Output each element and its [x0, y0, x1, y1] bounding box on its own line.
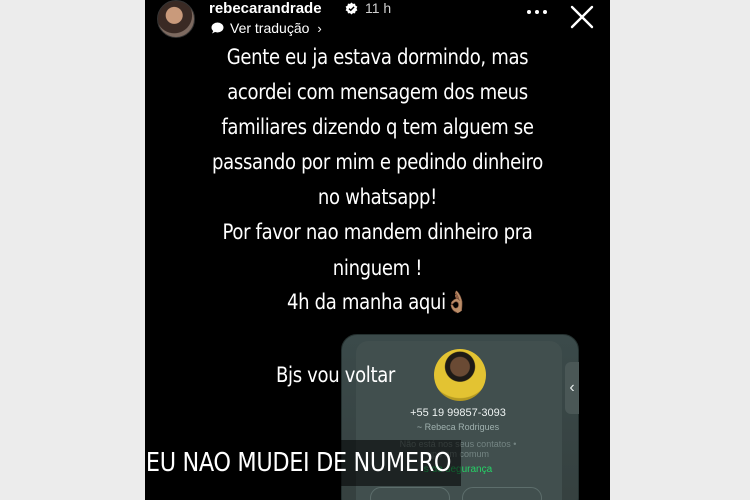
- verified-badge-icon: [345, 2, 358, 15]
- collapse-arrow-icon: ‹: [565, 362, 579, 414]
- story-line: 4h da manha aqui👌🏽: [287, 290, 468, 314]
- right-backdrop: [610, 0, 750, 500]
- close-icon[interactable]: [569, 4, 595, 30]
- avatar[interactable]: [157, 0, 195, 38]
- story-caption: EU NAO MUDEI DE NUMERO: [145, 448, 452, 478]
- chevron-right-icon: ›: [317, 20, 322, 36]
- story-line: passando por mim e pedindo dinheiro: [212, 150, 543, 174]
- card-button-left: [370, 487, 450, 500]
- more-dots-icon[interactable]: [525, 6, 549, 18]
- story-line: acordei com mensagem dos meus: [227, 80, 528, 104]
- contact-name: ~ Rebeca Rodrigues: [416, 422, 500, 432]
- post-time: 11 h: [365, 0, 392, 16]
- story-line: Por favor nao mandem dinheiro pra: [222, 220, 533, 244]
- card-button-right: [462, 487, 542, 500]
- chat-bubble-icon: [211, 22, 224, 34]
- story-line: ninguem !: [332, 256, 423, 280]
- story-line: Bjs vou voltar: [275, 363, 396, 387]
- translate-label: Ver tradução: [230, 20, 310, 36]
- contact-phone: +55 19 99857-3093: [410, 407, 506, 419]
- story-line: Gente eu ja estava dormindo, mas: [226, 45, 529, 69]
- story-header: rebecarandrade 11 h Ver tradução ›: [145, 0, 610, 40]
- left-backdrop: [0, 0, 145, 500]
- story-line: familiares dizendo q tem alguem se: [221, 115, 534, 139]
- username[interactable]: rebecarandrade: [209, 0, 322, 17]
- story-viewer[interactable]: rebecarandrade 11 h Ver tradução › +55 1…: [145, 0, 610, 500]
- story-line: no whatsapp!: [317, 185, 438, 209]
- translate-link[interactable]: Ver tradução ›: [211, 19, 322, 37]
